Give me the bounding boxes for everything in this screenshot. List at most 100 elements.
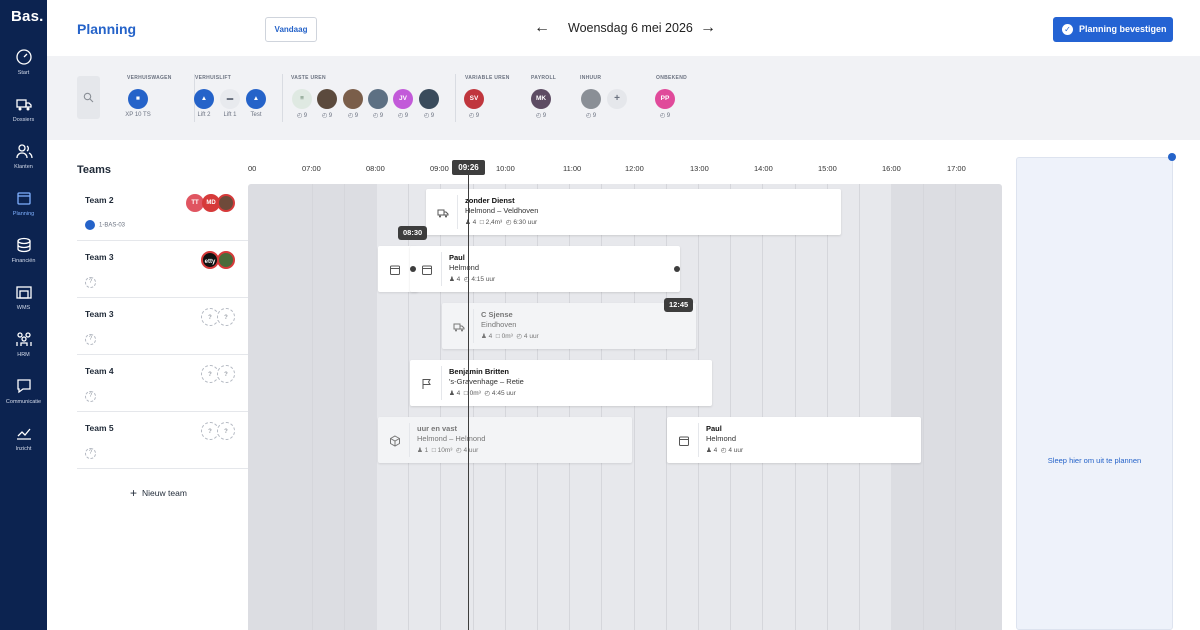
arrow-right-icon[interactable]: → [699,20,717,38]
team-row[interactable]: Team 5 ? ? ? [77,412,248,469]
resource-employee[interactable]: ◴ 9 [343,89,363,119]
sidebar-item-financien[interactable]: Financiën [0,236,47,276]
calendar-icon [16,192,31,205]
job-card[interactable]: Paul Helmond ♟ 4 ◴ 4:15 uur [410,246,680,292]
job-title: C Sjense [481,310,513,319]
grid-line [827,184,828,630]
hour-label: 14:00 [754,164,773,173]
team-row[interactable]: Team 3 ? ? ? [77,298,248,355]
notification-dot [1168,153,1176,161]
volume: 0m³ [501,333,513,340]
resource-employee[interactable]: ◴ 9 [368,89,388,119]
users-icon [15,144,33,159]
new-team-button[interactable]: + Nieuw team [130,486,187,500]
resource-employee[interactable]: SV ◴ 9 [464,89,484,119]
add-hire-button[interactable]: + [607,89,627,109]
divider [455,74,456,122]
hour-label: 13:00 [690,164,709,173]
persons-count: 4 [472,219,477,226]
sidebar-item-communicatie[interactable]: Communicatie [0,377,47,417]
box-icon [390,435,400,447]
team-row[interactable]: Team 3 ? etty [77,241,248,298]
resize-handle-left[interactable] [410,266,416,272]
truck-icon [85,220,95,230]
current-time-badge: 09:26 [452,160,485,175]
app-logo[interactable]: Bas. [11,8,44,25]
confirm-planning-button[interactable]: ✓ Planning bevestigen [1053,17,1173,42]
sidebar-item-planning[interactable]: Planning [0,189,47,229]
sidebar-item-dossiers[interactable]: Dossiers [0,95,47,135]
resource-search-button[interactable] [77,76,100,119]
empty-slot-avatar[interactable]: ? [217,308,235,326]
duration: 4:15 uur [471,276,496,283]
resource-employee[interactable]: PP ◴ 9 [655,89,675,119]
resource-bar: VERHUISWAGEN VERHUISLIFT VASTE UREN VARI… [47,56,1200,140]
duration: 4 uur [728,447,744,454]
job-card[interactable]: zonder Dienst Helmond – Veldhoven ♟ 4 □ … [426,189,841,235]
job-route: 's-Gravenhage – Retie [449,377,524,386]
resource-lift[interactable]: ▬ Lift 1 [220,89,240,118]
resource-employee[interactable]: JV ◴ 9 [393,89,413,119]
group-label-inhuur: INHUUR [580,75,602,81]
resource-lift[interactable]: ▲ Test [246,89,266,118]
job-meta: ♟ 4 □ 2,4m³ ◴ 6:30 uur [465,219,538,226]
hour-label: 00 [248,164,257,173]
avatar: MK [531,89,551,109]
resource-employee[interactable]: ◴ 9 [581,89,601,119]
team-row[interactable]: Team 2 1-BAS-03 TT MD [77,184,248,241]
avatar[interactable] [217,194,235,212]
job-route: Helmond [449,263,480,272]
sidebar-item-inzicht[interactable]: Inzicht [0,424,47,464]
hours-count: 9 [430,113,435,119]
job-card[interactable]: Benjamin Britten 's-Gravenhage – Retie ♟… [410,360,712,406]
hours-count: 9 [542,113,547,119]
hours-caption: ◴ 9 [372,113,384,119]
hours-caption: ◴ 9 [296,113,308,119]
resource-employee[interactable]: ◴ 9 [317,89,337,119]
sidebar-item-label: Start [17,70,30,76]
avatar: ≡ [292,89,312,109]
resource-vehicle[interactable]: ■ XP 10 TS [125,89,151,118]
resize-handle-right[interactable] [674,266,680,272]
hours-count: 9 [303,113,308,119]
warehouse-icon [15,286,32,299]
resource-employee[interactable]: ◴ 9 [419,89,439,119]
sidebar: Bas. Start Dossiers Klanten Planning Fin… [0,0,47,630]
resource-lift[interactable]: ▲ Lift 2 [194,89,214,118]
job-card[interactable]: uur en vast Helmond – Helmond ♟ 1 □ 10m³… [378,417,632,463]
add-user-icon: + [607,89,627,109]
sidebar-item-label: Dossiers [12,117,35,123]
job-card[interactable]: Paul Helmond ♟ 4 ◴ 4 uur [667,417,921,463]
hours-caption: ◴ 9 [659,113,671,119]
divider [457,195,458,229]
job-route: Helmond – Helmond [417,434,486,443]
sidebar-item-wms[interactable]: WMS [0,283,47,323]
team-row[interactable]: Team 4 ? ? ? [77,355,248,412]
avatar [343,89,363,109]
duration: 4 uur [463,447,479,454]
sidebar-item-klanten[interactable]: Klanten [0,142,47,182]
job-card[interactable]: C Sjense Eindhoven ♟ 4 □ 0m³ ◴ 4 uur [442,303,696,349]
unplan-drop-zone[interactable]: Sleep hier om uit te plannen [1016,157,1173,630]
lift-photo-icon: ▬ [220,89,240,109]
empty-slot-avatar[interactable]: ? [217,422,235,440]
empty-slot-avatar[interactable]: ? [217,365,235,383]
resource-caption: Lift 1 [223,112,237,118]
divider [698,423,699,457]
volume: 2,4m³ [485,219,503,226]
hours-caption: ◴ 9 [347,113,359,119]
new-team-label: Nieuw team [142,488,187,498]
hour-label: 07:00 [302,164,321,173]
sidebar-item-hrm[interactable]: HRM [0,330,47,370]
hours-caption: ◴ 9 [321,113,333,119]
today-button[interactable]: Vandaag [265,17,317,42]
resource-employee[interactable]: MK ◴ 9 [531,89,551,119]
chat-icon [16,379,31,394]
sidebar-item-start[interactable]: Start [0,48,47,88]
team-name: Team 2 [85,195,114,205]
calendar-icon [422,265,432,275]
grid-line [923,184,924,630]
arrow-left-icon[interactable]: ← [533,20,551,38]
resource-employee[interactable]: ≡ ◴ 9 [292,89,312,119]
avatar[interactable] [217,251,235,269]
